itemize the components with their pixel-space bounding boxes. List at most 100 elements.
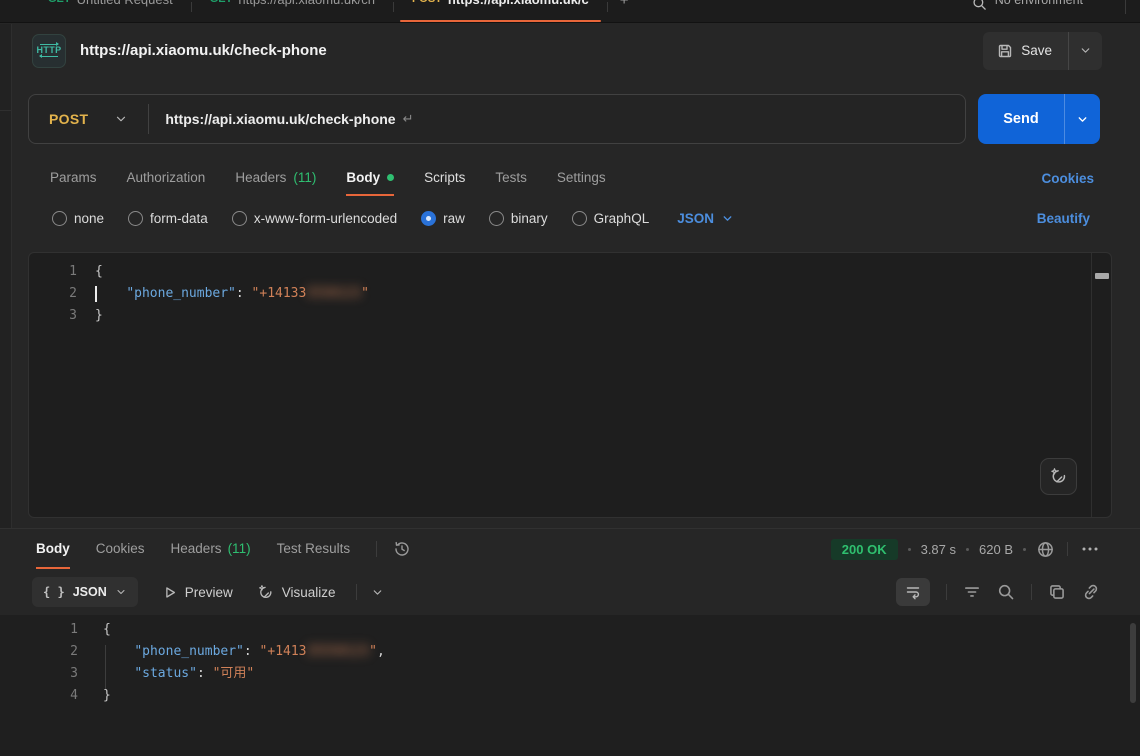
method-selected-value: POST (49, 111, 88, 127)
wrap-text-button[interactable] (896, 578, 930, 606)
response-body-viewer[interactable]: 1{ 2 "phone_number": "+141335550123", 3 … (0, 615, 1140, 756)
line-number: 3 (0, 663, 78, 685)
method-badge-get: GET (210, 0, 233, 6)
play-icon (162, 585, 177, 600)
request-tab-1[interactable]: GET Untitled Request (30, 0, 191, 23)
response-tab-cookies[interactable]: Cookies (96, 529, 145, 569)
save-button[interactable]: Save (983, 32, 1068, 70)
mode-x-www-form-urlencoded[interactable]: x-www-form-urlencoded (232, 211, 397, 226)
filter-icon[interactable] (963, 583, 981, 601)
search-icon[interactable] (972, 0, 987, 11)
actions-divider (1031, 584, 1032, 600)
viewer-scrollbar-thumb[interactable] (1130, 623, 1136, 703)
request-title[interactable]: https://api.xiaomu.uk/check-phone (80, 42, 327, 59)
mode-form-data[interactable]: form-data (128, 211, 208, 226)
url-input[interactable]: https://api.xiaomu.uk/check-phone (165, 111, 395, 127)
tab-body[interactable]: Body (346, 160, 394, 196)
save-button-group: Save (983, 32, 1102, 70)
mode-raw-selected[interactable]: raw (421, 211, 465, 226)
request-tab-title: https://api.xiaomu.uk/c (448, 0, 589, 6)
send-button[interactable]: Send (978, 94, 1064, 144)
request-tab-3-active[interactable]: POST https://api.xiaomu.uk/c (394, 0, 607, 23)
line-number: 2 (0, 641, 78, 663)
tab-label: Scripts (424, 170, 465, 185)
enter-hint-icon: ↵ (403, 111, 414, 127)
actions-divider (946, 584, 947, 600)
editor-scrollbar[interactable] (1091, 253, 1111, 517)
url-row: POST https://api.xiaomu.uk/check-phone ↵… (12, 78, 1140, 160)
response-toolbar: { } JSON Preview Visualize (0, 569, 1140, 615)
url-divider (148, 104, 149, 134)
workspace-tab-strip: GET Untitled Request GET https://api.xia… (0, 0, 1140, 23)
tab-scripts[interactable]: Scripts (424, 160, 465, 196)
viewer-line-2: 2 "phone_number": "+141335550123", (0, 641, 1140, 663)
sparkle-circle-icon (257, 584, 274, 601)
save-icon (997, 43, 1013, 59)
tab-tests[interactable]: Tests (495, 160, 527, 196)
more-options-icon[interactable] (1080, 540, 1100, 558)
editor-line-3: 3} (29, 305, 1111, 327)
tab-label: Headers (171, 541, 222, 556)
mode-binary[interactable]: binary (489, 211, 548, 226)
line-number: 4 (0, 685, 78, 707)
send-button-group: Send (978, 94, 1100, 144)
meta-separator-dot (1023, 548, 1026, 551)
network-globe-icon[interactable] (1036, 540, 1055, 559)
toolbar-divider (356, 584, 357, 600)
tab-settings[interactable]: Settings (557, 160, 606, 196)
chevron-down-icon (114, 112, 128, 126)
save-options-button[interactable] (1068, 32, 1102, 70)
method-badge-get: GET (48, 0, 71, 6)
response-meta: 200 OK 3.87 s 620 B (831, 529, 1100, 569)
request-pane: HTTP https://api.xiaomu.uk/check-phone S… (12, 23, 1140, 518)
mode-none[interactable]: none (52, 211, 104, 226)
status-badge[interactable]: 200 OK (831, 539, 898, 560)
tab-authorization[interactable]: Authorization (127, 160, 206, 196)
response-time[interactable]: 3.87 s (921, 542, 956, 557)
url-bar: POST https://api.xiaomu.uk/check-phone ↵ (28, 94, 966, 144)
request-body-editor[interactable]: 1{ 2 "phone_number": "+141335550123" 3} (28, 252, 1112, 518)
editor-line-2: 2 "phone_number": "+141335550123" (29, 283, 1111, 305)
postbot-button[interactable] (1040, 458, 1077, 495)
radio-selected-icon (421, 211, 436, 226)
language-selector[interactable]: JSON (677, 211, 734, 226)
line-number: 1 (0, 619, 78, 641)
response-tab-headers[interactable]: Headers(11) (171, 529, 251, 569)
request-tab-2[interactable]: GET https://api.xiaomu.uk/ch (192, 0, 393, 23)
cookies-link[interactable]: Cookies (1041, 171, 1094, 186)
preview-button[interactable]: Preview (162, 585, 233, 600)
scrollbar-thumb[interactable] (1095, 273, 1109, 279)
line-number: 3 (29, 305, 77, 327)
mode-label: GraphQL (594, 211, 650, 226)
new-tab-button[interactable]: + (608, 0, 641, 8)
tab-headers[interactable]: Headers(11) (235, 160, 316, 196)
visualize-button[interactable]: Visualize (257, 584, 336, 601)
response-tab-body[interactable]: Body (36, 529, 70, 569)
active-tab-underline (400, 20, 601, 22)
response-history-button[interactable] (393, 540, 411, 558)
beautify-link[interactable]: Beautify (1037, 211, 1090, 226)
tab-label: Body (346, 170, 380, 185)
mode-label: raw (443, 211, 465, 226)
link-icon[interactable] (1082, 583, 1100, 601)
search-icon[interactable] (997, 583, 1015, 601)
wrap-text-icon (905, 584, 921, 600)
method-selector[interactable]: POST (29, 111, 148, 127)
body-modified-dot (387, 174, 394, 181)
viewer-line-3: 3 "status": "可用" (0, 663, 1140, 685)
mode-graphql[interactable]: GraphQL (572, 211, 650, 226)
response-size[interactable]: 620 B (979, 542, 1013, 557)
language-selected-value: JSON (677, 211, 714, 226)
environment-selector[interactable]: No environment (995, 0, 1083, 7)
response-format-selector[interactable]: { } JSON (32, 577, 138, 607)
api-client-app: { "top_bar": { "tabs": [ { "method": "GE… (0, 0, 1140, 756)
tab-params[interactable]: Params (50, 160, 97, 196)
send-options-button[interactable] (1064, 94, 1100, 144)
format-selected-value: JSON (73, 585, 107, 599)
tab-label: Tests (495, 170, 527, 185)
headers-count: (11) (293, 170, 316, 185)
copy-icon[interactable] (1048, 583, 1066, 601)
view-options-button[interactable] (371, 586, 384, 599)
collapsed-sidebar-rail[interactable] (0, 24, 12, 528)
response-tab-test-results[interactable]: Test Results (277, 529, 351, 569)
